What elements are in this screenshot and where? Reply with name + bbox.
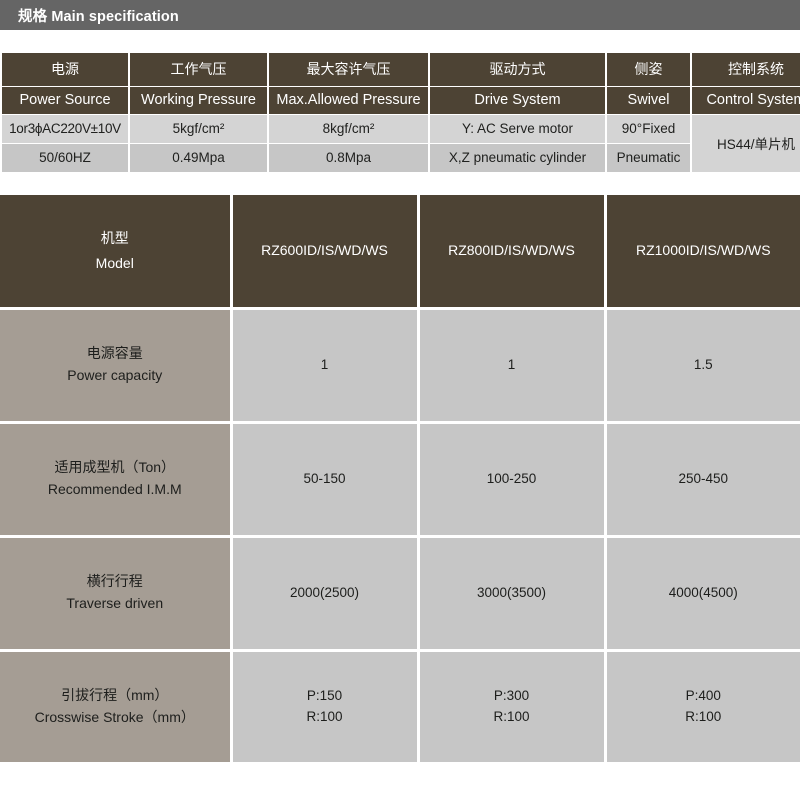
cell-value: 2000(2500) (289, 584, 360, 600)
model-header-rz800: RZ800ID/IS/WD/WS (418, 195, 607, 310)
row-label-cn: 电源容量 (86, 345, 143, 362)
model-comparison-table: 机型 Model RZ600ID/IS/WD/WS RZ800ID/IS/WD/… (0, 195, 800, 762)
spec-cell-power-source-2: 50/60HZ (0, 143, 130, 173)
cell-value: 1.5 (693, 356, 713, 372)
cell-value-r: R:100 (493, 708, 530, 724)
spec-header-en-control-system: Control System (690, 86, 800, 115)
row-label-en: Crosswise Stroke（mm） (34, 708, 195, 725)
spec-header-cn-power-source: 电源 (0, 53, 130, 87)
cell-value: 4000(4500) (668, 584, 738, 600)
model-header-label-cn: 机型 (100, 230, 129, 247)
cell-recommended-imm-rz600: 50-150 (231, 422, 420, 538)
spec-header-en-swivel: Swivel (605, 86, 692, 115)
cell-value: 250-450 (678, 470, 729, 486)
cell-value-p: P:150 (306, 687, 343, 703)
row-label-power-capacity: 电源容量 Power capacity (0, 308, 233, 424)
table-row: 引拔行程（mm） Crosswise Stroke（mm） P:150 R:10… (0, 650, 800, 762)
spec-header-cn-drive-system: 驱动方式 (428, 53, 607, 87)
spec-cell-control-system: HS44/单片机 (690, 114, 800, 173)
table-row: 横行行程 Traverse driven 2000(2500) 3000(350… (0, 536, 800, 652)
row-label-cn: 引拔行程（mm） (61, 687, 169, 704)
spec-cell-swivel-2: Pneumatic (605, 143, 692, 173)
spec-header-cn-control-system: 控制系统 (690, 53, 800, 87)
cell-crosswise-stroke-rz600: P:150 R:100 (231, 650, 420, 762)
row-label-crosswise-stroke: 引拔行程（mm） Crosswise Stroke（mm） (0, 650, 233, 762)
cell-traverse-driven-rz1000: 4000(4500) (605, 536, 800, 652)
cell-power-capacity-rz800: 1 (418, 308, 607, 424)
cell-recommended-imm-rz800: 100-250 (418, 422, 607, 538)
row-label-traverse-driven: 横行行程 Traverse driven (0, 536, 233, 652)
spec-header-cn-max-allowed-pressure: 最大容许气压 (267, 53, 430, 87)
spec-cell-drive-system-2: X,Z pneumatic cylinder (428, 143, 607, 173)
cell-crosswise-stroke-rz800: P:300 R:100 (418, 650, 607, 762)
table-row-header-cn: 电源 工作气压 最大容许气压 驱动方式 侧姿 控制系统 (0, 53, 800, 87)
cell-value: 100-250 (486, 470, 537, 486)
cell-value: 1 (320, 356, 329, 372)
cell-value-r: R:100 (685, 708, 722, 724)
spec-cell-drive-system-1: Y: AC Serve motor (428, 114, 607, 144)
cell-value: 50-150 (303, 470, 346, 486)
cell-power-capacity-rz1000: 1.5 (605, 308, 800, 424)
main-specification-table: 电源 工作气压 最大容许气压 驱动方式 侧姿 控制系统 Power Source… (0, 53, 800, 173)
spec-cell-power-source-1: 1or3ϕAC220V±10V (0, 114, 130, 144)
row-label-recommended-imm: 适用成型机（Ton） Recommended I.M.M (0, 422, 233, 538)
row-label-en: Power capacity (67, 367, 163, 383)
spec-cell-max-allowed-pressure-2: 0.8Mpa (267, 143, 430, 173)
table-row-model-header: 机型 Model RZ600ID/IS/WD/WS RZ800ID/IS/WD/… (0, 195, 800, 310)
page-title: 规格 Main specification (18, 8, 179, 25)
cell-traverse-driven-rz600: 2000(2500) (231, 536, 420, 652)
cell-recommended-imm-rz1000: 250-450 (605, 422, 800, 538)
spec-cell-working-pressure-2: 0.49Mpa (128, 143, 269, 173)
cell-value-p: P:300 (493, 687, 530, 703)
spec-header-cn-swivel: 侧姿 (605, 53, 692, 87)
table-row-header-en: Power Source Working Pressure Max.Allowe… (0, 86, 800, 115)
spec-header-en-drive-system: Drive System (428, 86, 607, 115)
table-row: 适用成型机（Ton） Recommended I.M.M 50-150 100-… (0, 422, 800, 538)
spec-cell-swivel-1: 90°Fixed (605, 114, 692, 144)
section-title-bar: 规格 Main specification (0, 0, 800, 30)
spec-header-en-working-pressure: Working Pressure (128, 86, 269, 115)
spec-header-en-max-allowed-pressure: Max.Allowed Pressure (267, 86, 430, 115)
cell-crosswise-stroke-rz1000: P:400 R:100 (605, 650, 800, 762)
cell-value-r: R:100 (306, 708, 343, 724)
row-label-en: Recommended I.M.M (47, 481, 182, 497)
row-label-cn: 横行行程 (86, 573, 143, 590)
model-header-label-en: Model (95, 254, 134, 271)
cell-traverse-driven-rz800: 3000(3500) (418, 536, 607, 652)
model-header-rz600: RZ600ID/IS/WD/WS (231, 195, 420, 310)
spec-cell-max-allowed-pressure-1: 8kgf/cm² (267, 114, 430, 144)
spec-cell-working-pressure-1: 5kgf/cm² (128, 114, 269, 144)
table-row: 电源容量 Power capacity 1 1 1.5 (0, 308, 800, 424)
cell-power-capacity-rz600: 1 (231, 308, 420, 424)
table-row: 1or3ϕAC220V±10V 5kgf/cm² 8kgf/cm² Y: AC … (0, 114, 800, 173)
model-header-label: 机型 Model (0, 195, 233, 310)
cell-value-p: P:400 (685, 687, 721, 703)
spec-header-en-power-source: Power Source (0, 86, 130, 115)
model-header-rz1000: RZ1000ID/IS/WD/WS (605, 195, 800, 310)
spec-header-cn-working-pressure: 工作气压 (128, 53, 269, 87)
row-label-en: Traverse driven (66, 595, 164, 611)
cell-value: 1 (507, 356, 516, 372)
row-label-cn: 适用成型机（Ton） (54, 459, 176, 476)
cell-value: 3000(3500) (476, 584, 547, 600)
table-row: 50/60HZ 0.49Mpa 0.8Mpa X,Z pneumatic cyl… (0, 143, 800, 173)
page-root: 规格 Main specification 电源 工作气压 最大容许气压 驱动方… (0, 0, 800, 800)
